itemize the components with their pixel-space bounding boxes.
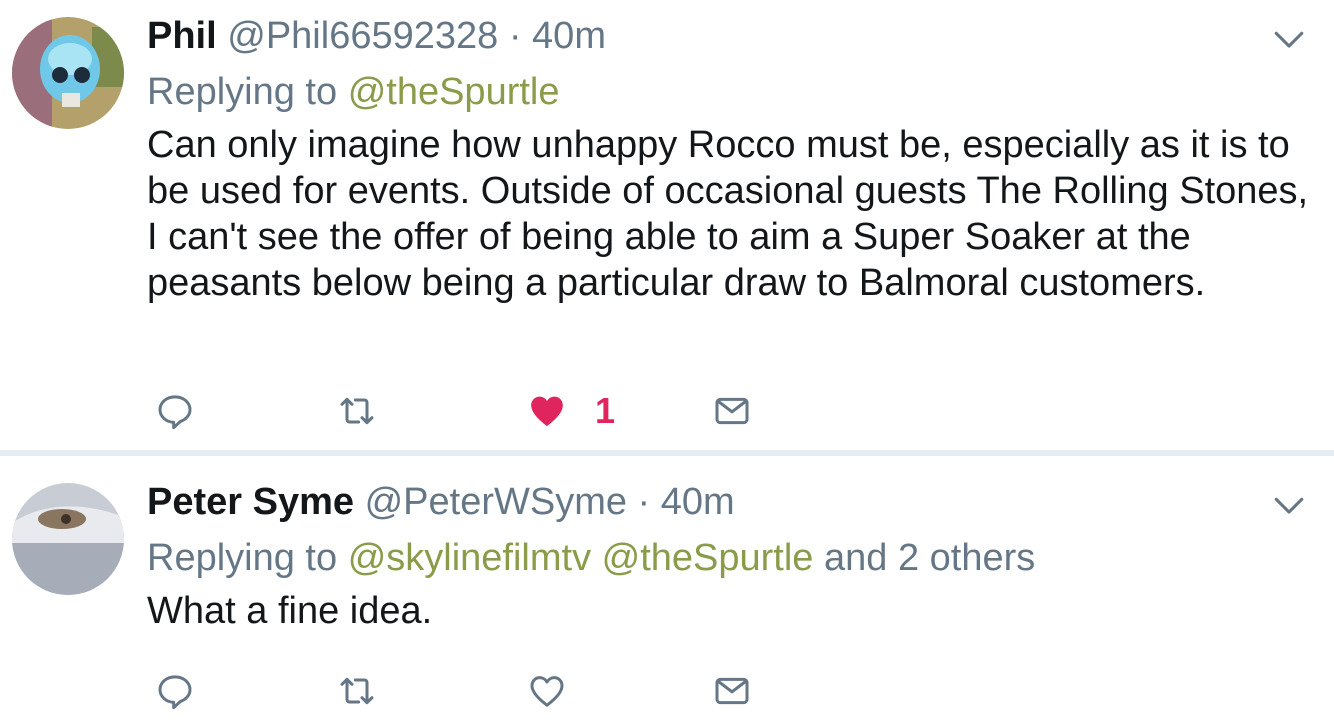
- replying-to: Replying to @skylinefilmtv @theSpurtle a…: [147, 532, 1314, 584]
- retweet-button[interactable]: [337, 386, 377, 436]
- heart-filled-icon: [531, 396, 563, 426]
- replying-to-label: Replying to: [147, 537, 338, 579]
- mention-link[interactable]: @theSpurtle: [348, 71, 560, 113]
- direct-message-icon: [715, 397, 749, 425]
- separator-dot: ·: [508, 15, 522, 57]
- direct-message-button[interactable]: [712, 386, 752, 436]
- like-button[interactable]: 1: [527, 386, 615, 436]
- timestamp[interactable]: 40m: [532, 15, 606, 57]
- like-count: 1: [595, 390, 616, 431]
- tweet-text: What a fine idea.: [147, 590, 433, 632]
- tweet[interactable]: Peter Syme @PeterWSyme · 40m Replying to…: [0, 456, 1334, 726]
- retweet-icon: [340, 677, 374, 705]
- separator-dot: ·: [637, 481, 651, 523]
- reply-icon: [158, 395, 192, 430]
- display-name[interactable]: Peter Syme: [147, 481, 354, 523]
- reply-button[interactable]: [155, 386, 195, 436]
- display-name[interactable]: Phil: [147, 15, 217, 57]
- replying-to-others[interactable]: and 2 others: [824, 537, 1035, 579]
- chevron-down-icon[interactable]: [1272, 22, 1306, 56]
- replying-to-label: Replying to: [147, 71, 338, 113]
- avatar-image: [12, 483, 124, 595]
- avatar-image: [12, 17, 124, 129]
- reply-button[interactable]: [155, 666, 195, 716]
- chevron-down-icon[interactable]: [1272, 488, 1306, 522]
- reply-icon: [158, 675, 192, 710]
- like-button[interactable]: [527, 666, 567, 716]
- timestamp[interactable]: 40m: [661, 481, 735, 523]
- tweet-text: Can only imagine how unhappy Rocco must …: [147, 124, 1309, 304]
- tweet-actions: [147, 666, 767, 716]
- avatar[interactable]: [12, 17, 124, 129]
- user-handle[interactable]: @Phil66592328: [227, 15, 498, 57]
- replying-to: Replying to @theSpurtle: [147, 66, 1314, 118]
- tweet-header: Peter Syme @PeterWSyme · 40m: [147, 476, 1314, 528]
- mention-link[interactable]: @skylinefilmtv: [348, 537, 591, 579]
- avatar[interactable]: [12, 483, 124, 595]
- direct-message-icon: [715, 677, 749, 705]
- retweet-icon: [340, 397, 374, 425]
- tweet[interactable]: Phil @Phil66592328 · 40m Replying to @th…: [0, 0, 1334, 450]
- tweet-header: Phil @Phil66592328 · 40m: [147, 10, 1314, 62]
- heart-outline-icon: [530, 676, 564, 707]
- retweet-button[interactable]: [337, 666, 377, 716]
- tweet-actions: 1: [147, 386, 767, 436]
- mention-link[interactable]: @theSpurtle: [602, 537, 814, 579]
- direct-message-button[interactable]: [712, 666, 752, 716]
- user-handle[interactable]: @PeterWSyme: [365, 481, 627, 523]
